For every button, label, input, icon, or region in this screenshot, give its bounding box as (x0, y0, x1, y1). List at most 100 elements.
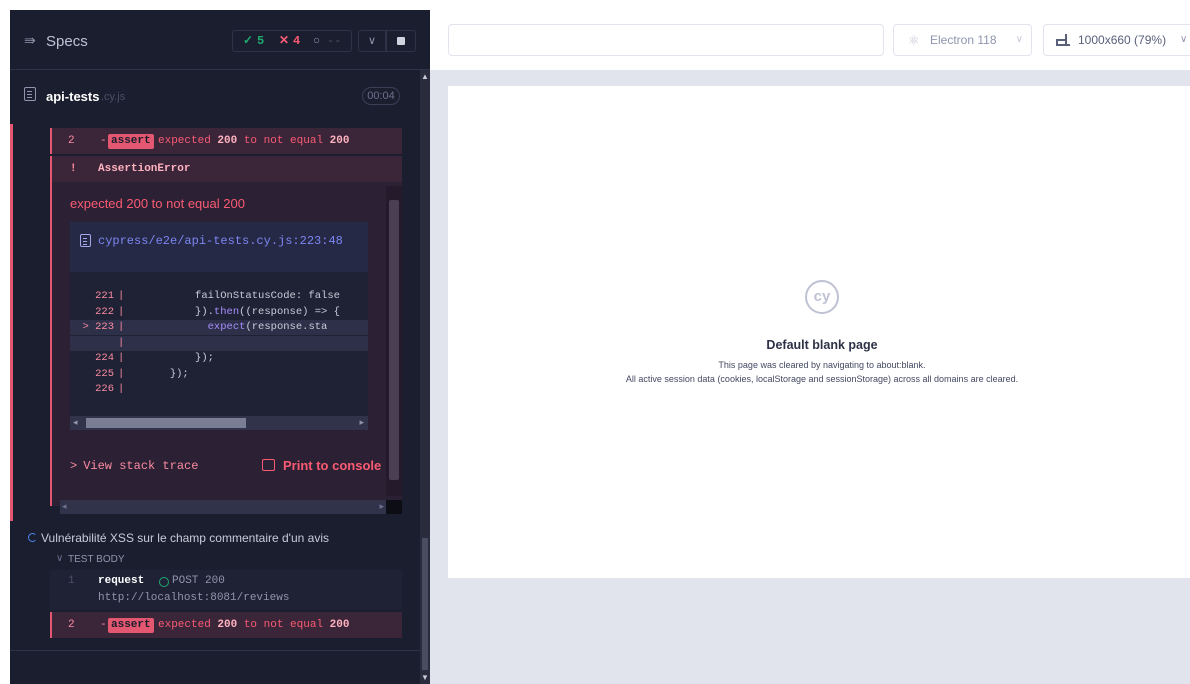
scroll-up-icon[interactable]: ▲ (421, 72, 429, 81)
browser-selector[interactable]: ⚛ Electron 118 ∨ (893, 24, 1032, 56)
code-text: (response.sta (245, 321, 328, 333)
assert-text: expected (158, 619, 218, 631)
command-number: 1 (68, 575, 75, 587)
scroll-thumb[interactable] (389, 200, 399, 480)
line-code: }); (132, 351, 214, 366)
scroll-thumb[interactable] (422, 538, 428, 670)
line-gutter: | (118, 336, 125, 349)
code-text: failOnStatusCode: false (195, 290, 340, 302)
viewport-icon (1056, 34, 1070, 46)
assert-message: expected 200 to not equal 200 (158, 612, 349, 638)
scroll-thumb[interactable] (86, 418, 246, 428)
line-code: expect(response.sta (132, 320, 328, 335)
test-stats: ✓ 5 ✕ 4 ○ -- (232, 30, 352, 52)
check-icon: ✓ (243, 34, 254, 48)
reporter-header: ⇛ Specs ✓ 5 ✕ 4 ○ -- ∨ (10, 10, 430, 70)
print-to-console-label: Print to console (283, 458, 382, 473)
scroll-left-icon[interactable]: ◂ (73, 417, 78, 428)
code-line: 221 | failOnStatusCode: false (70, 289, 368, 304)
code-line: 226 | (70, 382, 368, 397)
code-line: 225 | }); (70, 367, 368, 382)
line-gutter: | (118, 367, 125, 380)
x-icon: ✕ (279, 34, 290, 48)
assert-badge: assert (108, 618, 154, 633)
code-line: > 223 | expect(response.sta (70, 320, 368, 335)
viewport-selector[interactable]: 1000x660 (79%) ∨ (1043, 24, 1190, 56)
command-row-assert[interactable]: 2 - assert expected 200 to not equal 200 (50, 128, 402, 154)
request-status: POST 200 (172, 575, 225, 587)
scroll-down-icon[interactable]: ▼ (421, 673, 429, 682)
assert-value: 200 (217, 619, 238, 631)
assert-value: 200 (329, 135, 350, 147)
file-icon (24, 87, 36, 101)
code-file-link[interactable]: cypress/e2e/api-tests.cy.js:223:48 (98, 232, 364, 250)
line-number: 221 (95, 290, 114, 302)
line-gutter: | (118, 383, 125, 395)
error-message: expected 200 to not equal 200 (70, 196, 245, 211)
view-stack-trace-link[interactable]: > View stack trace (70, 459, 198, 473)
aut-background: cy Default blank page This page was clea… (430, 70, 1190, 684)
code-text: ((response) => { (239, 305, 340, 318)
scroll-left-icon[interactable]: ◂ (62, 501, 67, 512)
options-dropdown-button[interactable]: ∨ (358, 30, 386, 52)
code-text: }); (195, 352, 214, 364)
test-body-label: TEST BODY (68, 554, 125, 565)
file-icon (80, 234, 91, 247)
command-number: 2 (68, 619, 75, 631)
arrow-right-bar-icon[interactable]: ⇛ (24, 32, 36, 49)
spec-header[interactable]: api-tests .cy.js 00:04 (10, 70, 420, 122)
line-gutter: | (118, 321, 125, 333)
error-name: AssertionError (98, 163, 191, 175)
view-stack-trace-label: View stack trace (83, 459, 199, 473)
spec-name: api-tests (46, 89, 100, 104)
url-bar[interactable] (448, 24, 884, 56)
blank-page-text: This page was cleared by navigating to a… (718, 360, 926, 370)
test-body-toggle[interactable]: ∨ TEST BODY (10, 550, 420, 570)
chevron-down-icon: ∨ (56, 553, 64, 564)
request-url: http://localhost:8081/reviews (98, 592, 290, 604)
pending-circle-icon: ○ (313, 34, 321, 48)
line-code: failOnStatusCode: false (132, 289, 340, 304)
reporter-panel: ⇛ Specs ✓ 5 ✕ 4 ○ -- ∨ api-tests .cy.js … (10, 10, 430, 684)
specs-toggle-label[interactable]: Specs (46, 33, 88, 50)
error-vertical-scrollbar[interactable] (386, 186, 402, 496)
assert-text: to not equal (237, 619, 330, 631)
runnable-horizontal-scrollbar[interactable]: ◂ ▸ (60, 500, 402, 514)
passed-count: 5 (257, 34, 265, 48)
stop-button[interactable] (386, 30, 416, 52)
cypress-logo-icon: cy (805, 280, 839, 314)
error-header: ! AssertionError (52, 156, 402, 182)
code-file-header[interactable]: cypress/e2e/api-tests.cy.js:223:48 (70, 222, 368, 272)
code-keyword: expect (207, 321, 246, 333)
outer-frame (0, 0, 10, 684)
blank-page-title: Default blank page (766, 338, 878, 352)
chevron-right-icon: > (70, 459, 78, 473)
line-number: > 223 (82, 321, 114, 333)
code-horizontal-scrollbar[interactable]: ◂ ▸ (70, 416, 368, 430)
spec-extension: .cy.js (101, 91, 126, 103)
failed-count: 4 (293, 34, 301, 48)
test-title: Vulnérabilité XSS sur le champ commentai… (41, 531, 329, 545)
command-row-assert[interactable]: 2 - assert expected 200 to not equal 200 (50, 612, 402, 638)
scroll-right-icon[interactable]: ▸ (379, 501, 384, 512)
pending-count: -- (327, 34, 342, 48)
failed-test-indicator (10, 124, 13, 521)
print-to-console-button[interactable]: Print to console (262, 458, 381, 473)
blank-page-frame: cy Default blank page This page was clea… (448, 86, 1190, 578)
scroll-right-icon[interactable]: ▸ (359, 417, 364, 428)
command-number: 2 (68, 135, 75, 147)
chevron-down-icon: ∨ (367, 35, 377, 47)
assert-text: to not equal (237, 135, 330, 147)
code-text: }). (195, 305, 214, 318)
code-keyword: then (213, 305, 240, 318)
error-panel: ! AssertionError expected 200 to not equ… (50, 156, 402, 506)
command-row-request[interactable]: 1 request POST 200 http://localhost:8081… (50, 570, 402, 610)
command-name: request (98, 575, 145, 587)
chevron-down-icon: ∨ (1015, 34, 1023, 45)
test-title-row[interactable]: Vulnérabilité XSS sur le champ commentai… (10, 522, 420, 552)
reporter-vertical-scrollbar[interactable]: ▲ ▼ (420, 70, 430, 684)
code-frame: cypress/e2e/api-tests.cy.js:223:48 221 | … (70, 222, 368, 430)
